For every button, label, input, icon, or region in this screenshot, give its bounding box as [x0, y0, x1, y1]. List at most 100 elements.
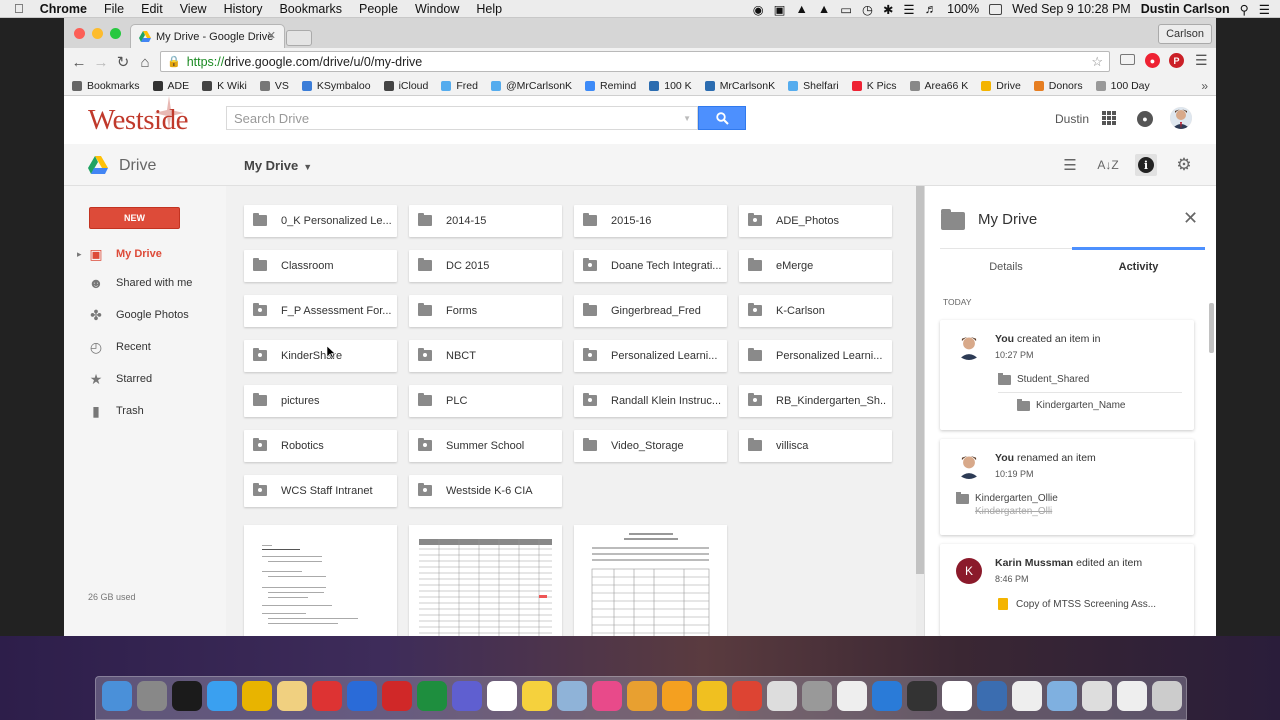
bookmark-item[interactable]: Area66 K — [909, 80, 968, 92]
dock-app-icon[interactable] — [1082, 681, 1112, 711]
close-panel-icon[interactable]: ✕ — [1183, 208, 1198, 229]
bookmark-item[interactable]: Bookmarks — [72, 80, 140, 92]
menu-people[interactable]: People — [359, 2, 398, 16]
new-tab-button[interactable] — [286, 30, 312, 46]
dock-app-icon[interactable] — [522, 681, 552, 711]
dock-app-icon[interactable] — [872, 681, 902, 711]
forward-icon[interactable]: → — [90, 54, 112, 71]
menubar-user[interactable]: Dustin Carlson — [1141, 2, 1230, 16]
dock-app-icon[interactable] — [627, 681, 657, 711]
address-bar[interactable]: 🔒 https:// drive.google.com/drive/u/0/my… — [160, 51, 1110, 72]
bookmark-item[interactable]: ADE — [152, 80, 189, 92]
folder-tile[interactable]: eMerge — [739, 250, 892, 282]
dock-app-icon[interactable] — [662, 681, 692, 711]
menu-bookmarks[interactable]: Bookmarks — [279, 2, 342, 16]
file-thumbnail-form[interactable] — [574, 525, 727, 636]
dock-app-icon[interactable] — [942, 681, 972, 711]
folder-tile[interactable]: Summer School — [409, 430, 562, 462]
bookmark-item[interactable]: Shelfari — [788, 80, 839, 92]
activity-card[interactable]: You renamed an item 10:19 PM Kindergarte… — [940, 439, 1194, 535]
search-input[interactable]: Search Drive ▼ — [226, 106, 698, 130]
camera-icon[interactable]: ▣ — [774, 2, 786, 17]
folder-tile[interactable]: villisca — [739, 430, 892, 462]
list-icon[interactable]: ☰ — [1259, 2, 1270, 17]
panel-scrollbar[interactable] — [1209, 303, 1214, 353]
dock-app-icon[interactable] — [802, 681, 832, 711]
sidebar-item-shared-with-me[interactable]: ☻ Shared with me — [64, 271, 226, 295]
spotlight-icon[interactable]: ⚲ — [1240, 2, 1249, 17]
folder-tile[interactable]: NBCT — [409, 340, 562, 372]
adblock-icon[interactable]: ● — [1145, 53, 1160, 68]
bookmarks-overflow-icon[interactable]: » — [1201, 79, 1208, 93]
chrome-menu-icon[interactable]: ☰ — [1195, 52, 1208, 69]
dock-app-icon[interactable] — [277, 681, 307, 711]
dock-app-icon[interactable] — [487, 681, 517, 711]
reload-icon[interactable]: ↻ — [112, 53, 134, 71]
bookmark-item[interactable]: @MrCarlsonK — [490, 80, 572, 92]
new-button[interactable]: NEW — [89, 207, 180, 229]
profile-button[interactable]: Carlson — [1158, 24, 1212, 44]
tab-close-icon[interactable]: ✕ — [267, 29, 276, 42]
activity-item[interactable]: Copy of MTSS Screening Ass... — [998, 598, 1156, 610]
bookmark-item[interactable]: KSymbaloo — [301, 80, 371, 92]
folder-tile[interactable]: Classroom — [244, 250, 397, 282]
activity-item[interactable]: Kindergarten_Name — [1017, 398, 1126, 411]
folder-tile[interactable]: Video_Storage — [574, 430, 727, 462]
dock-app-icon[interactable] — [347, 681, 377, 711]
dock-app-icon[interactable] — [312, 681, 342, 711]
notification-icon[interactable]: ▲ — [818, 2, 830, 16]
bookmark-item[interactable]: Remind — [585, 80, 636, 92]
time-machine-icon[interactable]: ◷ — [862, 2, 873, 17]
folder-tile[interactable]: DC 2015 — [409, 250, 562, 282]
bookmark-item[interactable]: K Pics — [851, 80, 897, 92]
main-scrollbar-thumb[interactable] — [916, 186, 924, 574]
dock-app-icon[interactable] — [732, 681, 762, 711]
airplay-icon[interactable]: ▭ — [840, 2, 852, 17]
info-button[interactable]: i — [1135, 154, 1157, 176]
dock-app-icon[interactable] — [1152, 681, 1182, 711]
pinterest-icon[interactable]: P — [1169, 53, 1184, 68]
bookmark-item[interactable]: 100 Day — [1095, 80, 1150, 92]
close-window-button[interactable] — [74, 28, 85, 39]
dropbox-icon[interactable]: ▲ — [795, 2, 807, 16]
dock-app-icon[interactable] — [1012, 681, 1042, 711]
sort-az-icon[interactable]: A↓Z — [1097, 154, 1119, 176]
folder-tile[interactable]: 2014-15 — [409, 205, 562, 237]
expand-arrow-icon[interactable]: ▸ — [77, 249, 82, 260]
wifi-icon[interactable]: ☰ — [903, 2, 914, 17]
dock-app-icon[interactable] — [417, 681, 447, 711]
battery-percent[interactable]: 100% — [947, 2, 979, 16]
bookmark-item[interactable]: MrCarlsonK — [704, 80, 775, 92]
location-dropdown[interactable]: My Drive ▼ — [244, 158, 312, 173]
folder-tile[interactable]: Forms — [409, 295, 562, 327]
bookmark-item[interactable]: 100 K — [649, 80, 692, 92]
zoom-window-button[interactable] — [110, 28, 121, 39]
bookmark-item[interactable]: K Wiki — [202, 80, 247, 92]
folder-tile[interactable]: Doane Tech Integrati... — [574, 250, 727, 282]
dock-app-icon[interactable] — [452, 681, 482, 711]
apps-grid-icon[interactable] — [1102, 111, 1116, 125]
activity-item[interactable]: Kindergarten_Ollie — [956, 491, 1058, 504]
dock-app-icon[interactable] — [382, 681, 412, 711]
status-icon[interactable]: ◉ — [753, 2, 764, 17]
header-user-name[interactable]: Dustin — [1055, 112, 1089, 126]
home-icon[interactable]: ⌂ — [134, 54, 156, 71]
dock-app-icon[interactable] — [592, 681, 622, 711]
sidebar-item-starred[interactable]: ★ Starred — [64, 367, 226, 391]
avatar[interactable] — [1170, 107, 1192, 129]
file-thumbnail-doc[interactable] — [244, 525, 397, 636]
folder-tile[interactable]: 2015-16 — [574, 205, 727, 237]
dock-app-icon[interactable] — [977, 681, 1007, 711]
file-thumbnail-spreadsheet[interactable] — [409, 525, 562, 636]
menu-view[interactable]: View — [180, 2, 207, 16]
menu-help[interactable]: Help — [476, 2, 502, 16]
folder-tile[interactable]: Gingerbread_Fred — [574, 295, 727, 327]
dock-app-icon[interactable] — [557, 681, 587, 711]
sidebar-item-trash[interactable]: ▮ Trash — [64, 399, 226, 423]
folder-tile[interactable]: WCS Staff Intranet — [244, 475, 397, 507]
activity-card[interactable]: You created an item in 10:27 PM Student_… — [940, 320, 1194, 430]
bookmark-item[interactable]: Fred — [441, 80, 478, 92]
volume-icon[interactable]: ♬ — [925, 2, 938, 16]
activity-item[interactable]: Student_Shared — [998, 372, 1089, 385]
back-icon[interactable]: ← — [68, 54, 90, 71]
